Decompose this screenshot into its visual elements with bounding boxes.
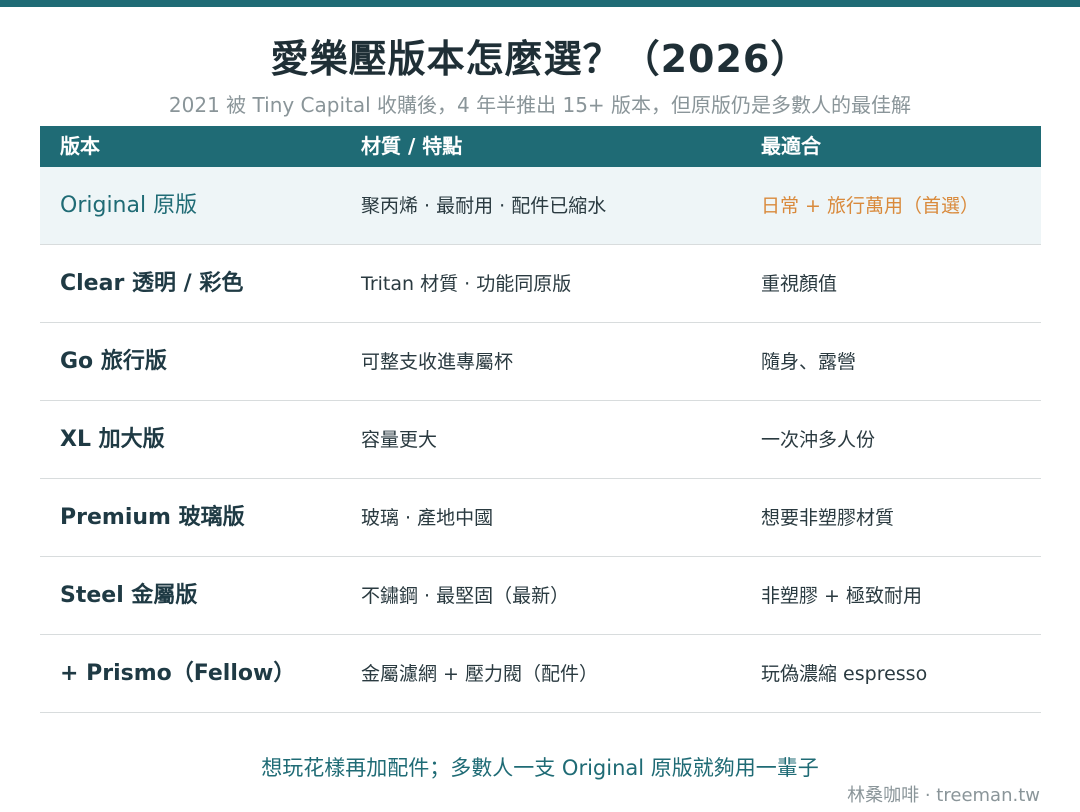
cell-version-name: XL 加大版: [60, 427, 165, 452]
cell-material: 聚丙烯 · 最耐用 · 配件已縮水: [361, 195, 607, 217]
table-row-go: Go 旅行版 可整支收進專屬杯 隨身、露營: [40, 323, 1041, 401]
cell-version-name: Original 原版: [60, 193, 198, 218]
cell-version-name: Clear 透明 / 彩色: [60, 271, 244, 296]
cell-material: 玻璃 · 產地中國: [361, 507, 494, 529]
footer-note: 想玩花樣再加配件；多數人一支 Original 原版就夠用一輩子: [261, 756, 819, 780]
table-row-clear: Clear 透明 / 彩色 Tritan 材質 · 功能同原版 重視顏值: [40, 245, 1041, 323]
cell-material: 不鏽鋼 · 最堅固（最新）: [361, 585, 570, 607]
table-row-original: Original 原版 聚丙烯 · 最耐用 · 配件已縮水 日常 + 旅行萬用（…: [40, 167, 1041, 245]
version-comparison-table: 版本 材質 / 特點 最適合 Original 原版 聚丙烯 · 最耐用 · 配…: [40, 126, 1041, 713]
credit-text: 林桑咖啡 · treeman.tw: [847, 785, 1040, 806]
cell-best-for: 想要非塑膠材質: [761, 507, 895, 529]
header-material: 材質 / 特點: [361, 134, 463, 158]
table-header: 版本 材質 / 特點 最適合: [40, 126, 1041, 167]
cell-version-name: Premium 玻璃版: [60, 505, 245, 530]
table-row-xl: XL 加大版 容量更大 一次沖多人份: [40, 401, 1041, 479]
table-row-steel: Steel 金屬版 不鏽鋼 · 最堅固（最新） 非塑膠 + 極致耐用: [40, 557, 1041, 635]
cell-best-for: 重視顏值: [761, 273, 838, 295]
header-version: 版本: [60, 134, 100, 158]
cell-version-name: + Prismo（Fellow）: [60, 661, 296, 686]
top-accent-bar: [0, 0, 1080, 7]
cell-material: 容量更大: [361, 429, 438, 451]
cell-best-for: 隨身、露營: [761, 351, 857, 373]
page-title: 愛樂壓版本怎麼選？（2026）: [270, 37, 810, 81]
page-subtitle: 2021 被 Tiny Capital 收購後，4 年半推出 15+ 版本，但原…: [168, 93, 912, 117]
cell-version-name: Steel 金屬版: [60, 583, 198, 608]
header-best-for: 最適合: [761, 134, 821, 158]
cell-best-for: 一次沖多人份: [761, 429, 876, 451]
cell-material: Tritan 材質 · 功能同原版: [361, 273, 572, 295]
cell-best-for: 玩偽濃縮 espresso: [761, 663, 928, 685]
cell-material: 可整支收進專屬杯: [361, 351, 514, 373]
cell-material: 金屬濾網 + 壓力閥（配件）: [361, 663, 598, 685]
cell-best-for: 日常 + 旅行萬用（首選）: [761, 195, 979, 217]
table-row-prismo: + Prismo（Fellow） 金屬濾網 + 壓力閥（配件） 玩偽濃縮 esp…: [40, 635, 1041, 713]
cell-version-name: Go 旅行版: [60, 349, 167, 374]
table-row-premium: Premium 玻璃版 玻璃 · 產地中國 想要非塑膠材質: [40, 479, 1041, 557]
cell-best-for: 非塑膠 + 極致耐用: [761, 585, 922, 607]
